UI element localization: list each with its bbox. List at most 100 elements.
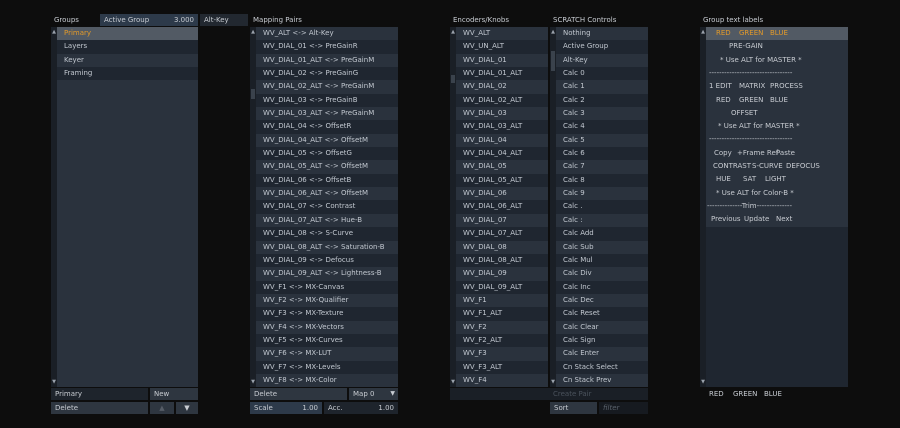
move-up-button[interactable]: ▲ [150, 402, 174, 414]
group-text-label[interactable]: RED [716, 27, 731, 40]
encoder-item[interactable]: WV_DIAL_03 [456, 107, 548, 120]
encoder-item[interactable]: WV_DIAL_07 [456, 214, 548, 227]
mapping-pair-item[interactable]: WV_F1 <-> MX-Canvas [256, 280, 398, 294]
group-text-label[interactable]: Previous [711, 213, 741, 226]
group-text-label[interactable]: S-CURVE [752, 160, 783, 173]
group-text-label[interactable]: * Use ALT for MASTER * [720, 54, 802, 67]
scroll-thumb[interactable] [451, 75, 455, 83]
scratch-control-item[interactable]: Calc 4 [556, 120, 648, 134]
mapping-pair-item[interactable]: WV_DIAL_03_ALT <-> PreGainM [256, 107, 398, 120]
scratch-control-item[interactable]: Calc 3 [556, 107, 648, 120]
mapping-pair-item[interactable]: WV_DIAL_09 <-> Defocus [256, 253, 398, 268]
encoder-item[interactable]: WV_DIAL_07_ALT [456, 227, 548, 241]
group-text-label[interactable]: +Frame Ref [737, 147, 778, 160]
delete-pair-button[interactable]: Delete [250, 388, 347, 400]
group-text-label[interactable]: Update [744, 213, 769, 226]
group-text-label[interactable]: LIGHT [765, 173, 786, 186]
encoder-item[interactable]: WV_DIAL_01_ALT [456, 67, 548, 81]
scroll-down-icon[interactable]: ▼ [51, 379, 57, 385]
scratch-control-item[interactable]: Active Group [556, 40, 648, 54]
encoder-item[interactable]: WV_DIAL_09_ALT [456, 280, 548, 294]
encoder-item[interactable]: WV_ALT [456, 27, 548, 40]
mapping-pair-item[interactable]: WV_DIAL_08_ALT <-> Saturation-B [256, 241, 398, 254]
mapping-pair-item[interactable]: WV_DIAL_04 <-> OffsetR [256, 120, 398, 134]
scratch-control-item[interactable]: Alt-Key [556, 54, 648, 67]
group-text-label[interactable]: Paste [776, 147, 795, 160]
mapping-pair-item[interactable]: WV_F4 <-> MX-Vectors [256, 321, 398, 334]
scratch-control-item[interactable]: Calc Dec [556, 294, 648, 307]
group-text-label[interactable]: --------------Trim-------------- [707, 200, 792, 213]
mapping-pair-item[interactable]: WV_DIAL_03 <-> PreGainB [256, 93, 398, 108]
group-text-label[interactable]: PROCESS [770, 80, 803, 93]
mapping-pair-item[interactable]: WV_F5 <-> MX-Curves [256, 333, 398, 348]
group-text-label[interactable]: DEFOCUS [786, 160, 820, 173]
scratch-control-item[interactable]: Calc 9 [556, 187, 648, 200]
mapping-pair-item[interactable]: WV_DIAL_02_ALT <-> PreGainM [256, 80, 398, 93]
group-item[interactable]: Framing [57, 67, 198, 81]
mapping-pair-item[interactable]: WV_DIAL_06_ALT <-> OffsetM [256, 187, 398, 200]
mapping-pair-item[interactable]: WV_DIAL_09_ALT <-> Lightness-B [256, 267, 398, 280]
scratch-control-item[interactable]: Calc 0 [556, 67, 648, 81]
scratch-control-item[interactable]: Calc 5 [556, 134, 648, 147]
scratch-control-item[interactable]: Calc Inc [556, 280, 648, 294]
encoder-item[interactable]: WV_F3_ALT [456, 360, 548, 374]
scratch-control-item[interactable]: Calc Clear [556, 321, 648, 334]
mapping-pair-item[interactable]: WV_DIAL_02 <-> PreGainG [256, 67, 398, 81]
encoder-item[interactable]: WV_F4 [456, 374, 548, 387]
group-text-label[interactable]: 1 EDIT [709, 80, 732, 93]
encoder-item[interactable]: WV_DIAL_06_ALT [456, 200, 548, 214]
group-text-label[interactable]: HUE [716, 173, 731, 186]
scratch-control-item[interactable]: Calc Div [556, 267, 648, 280]
mapping-pair-item[interactable]: WV_DIAL_01_ALT <-> PreGainM [256, 54, 398, 67]
group-text-label[interactable]: GREEN [739, 94, 763, 107]
encoder-item[interactable]: WV_DIAL_04_ALT [456, 147, 548, 161]
active-group-field[interactable]: Active Group 3.000 [100, 14, 198, 26]
group-text-label[interactable]: BLUE [770, 27, 788, 40]
encoder-item[interactable]: WV_DIAL_05 [456, 160, 548, 173]
group-text-label[interactable]: Next [776, 213, 792, 226]
mapping-pair-item[interactable]: WV_DIAL_05 <-> OffsetG [256, 147, 398, 161]
acc-field[interactable]: Acc. 1.00 [324, 402, 398, 414]
group-item[interactable]: Primary [57, 27, 198, 41]
group-text-label[interactable]: --------------------------------- [709, 133, 792, 146]
delete-group-button[interactable]: Delete [51, 402, 148, 414]
encoder-item[interactable]: WV_DIAL_01 [456, 54, 548, 67]
group-name-field[interactable]: Primary [51, 388, 148, 400]
group-text-label[interactable]: --------------------------------- [709, 67, 792, 80]
scratch-control-item[interactable]: Calc Mul [556, 253, 648, 268]
scratch-control-item[interactable]: Cn Stack Select [556, 360, 648, 374]
encoder-item[interactable]: WV_DIAL_09 [456, 267, 548, 280]
encoder-item[interactable]: WV_DIAL_04 [456, 134, 548, 147]
mapping-pair-item[interactable]: WV_F2 <-> MX-Qualifier [256, 294, 398, 307]
mapping-pair-item[interactable]: WV_DIAL_06 <-> OffsetB [256, 173, 398, 188]
group-item[interactable]: Layers [57, 40, 198, 54]
scratch-control-item[interactable]: Calc 1 [556, 80, 648, 93]
create-pair-button[interactable]: Create Pair [450, 388, 648, 400]
group-text-label[interactable]: * Use ALT for MASTER * [718, 120, 800, 133]
group-text-scrollbar[interactable]: ▲ ▼ [700, 27, 706, 387]
group-text-label[interactable]: PRE-GAIN [729, 40, 763, 53]
encoder-item[interactable]: WV_F1_ALT [456, 307, 548, 321]
map-select[interactable]: Map 0 ▼ [349, 388, 398, 400]
encoder-item[interactable]: WV_F2_ALT [456, 333, 548, 348]
encoder-item[interactable]: WV_F3 [456, 347, 548, 360]
mapping-pair-item[interactable]: WV_DIAL_08 <-> S-Curve [256, 227, 398, 241]
mapping-pair-item[interactable]: WV_DIAL_05_ALT <-> OffsetM [256, 160, 398, 173]
move-down-button[interactable]: ▼ [176, 402, 198, 414]
group-text-label[interactable]: MATRIX [739, 80, 765, 93]
group-text-label[interactable]: CONTRAST [713, 160, 751, 173]
sort-button[interactable]: Sort [550, 402, 597, 414]
scratch-control-item[interactable]: Calc Enter [556, 347, 648, 360]
scratch-control-item[interactable]: Calc 2 [556, 93, 648, 108]
scratch-control-item[interactable]: Calc Sub [556, 241, 648, 254]
encoder-item[interactable]: WV_DIAL_02 [456, 80, 548, 93]
mapping-pair-item[interactable]: WV_DIAL_07 <-> Contrast [256, 200, 398, 214]
groups-scrollbar[interactable]: ▲ ▼ [51, 27, 57, 387]
encoder-item[interactable]: WV_UN_ALT [456, 40, 548, 54]
scratch-control-item[interactable]: Calc : [556, 214, 648, 227]
scratch-control-item[interactable]: Calc 7 [556, 160, 648, 173]
group-text-label[interactable]: * Use ALT for Color-B * [716, 187, 794, 200]
encoder-item[interactable]: WV_DIAL_08 [456, 241, 548, 254]
scroll-thumb[interactable] [551, 51, 555, 71]
encoder-item[interactable]: WV_DIAL_02_ALT [456, 93, 548, 108]
